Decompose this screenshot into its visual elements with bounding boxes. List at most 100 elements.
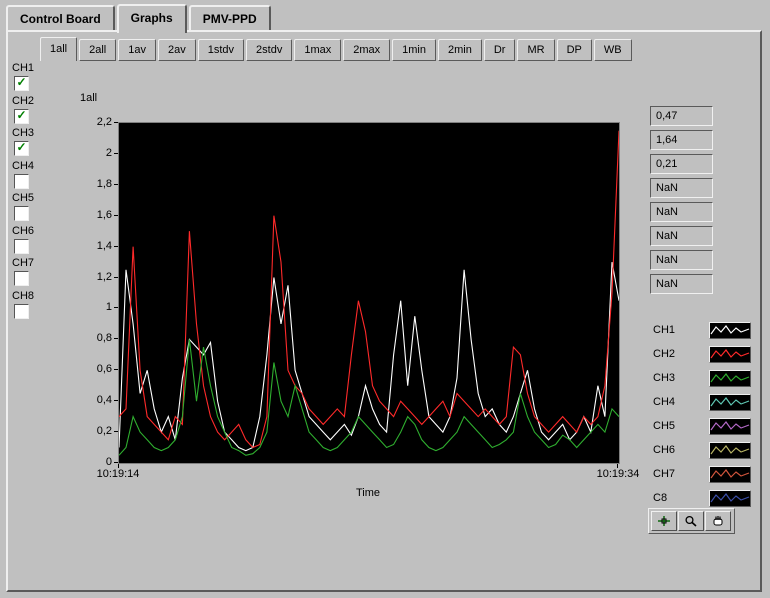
subtab-mr[interactable]: MR xyxy=(517,39,554,61)
tab-control-board[interactable]: Control Board xyxy=(6,5,115,30)
ch6-checkbox[interactable] xyxy=(14,239,29,254)
indicator-3: 0,21 xyxy=(650,154,713,174)
indicator-1: 0,47 xyxy=(650,106,713,126)
cursor-tool-button[interactable] xyxy=(651,511,677,531)
y-tick-label: 1 xyxy=(70,301,112,313)
subtab-2all[interactable]: 2all xyxy=(79,39,116,61)
channel-ch4: CH4 xyxy=(12,160,52,189)
subtab-1min[interactable]: 1min xyxy=(392,39,436,61)
x-axis-start-label: 10:19:14 xyxy=(97,468,140,480)
ch8-checkbox[interactable] xyxy=(14,304,29,319)
legend-label: CH7 xyxy=(653,468,709,480)
main-tab-bar: Control Board Graphs PMV-PPD xyxy=(6,4,273,30)
subtab-1av[interactable]: 1av xyxy=(118,39,156,61)
legend-swatch-ch4[interactable] xyxy=(709,394,751,411)
subtab-1all[interactable]: 1all xyxy=(40,37,77,61)
subtab-2stdv[interactable]: 2stdv xyxy=(246,39,292,61)
legend-label: CH3 xyxy=(653,372,709,384)
legend-label: CH4 xyxy=(653,396,709,408)
x-axis-title: Time xyxy=(356,487,380,499)
subtab-wb[interactable]: WB xyxy=(594,39,632,61)
channel-label: CH6 xyxy=(12,225,52,237)
legend-label: CH6 xyxy=(653,444,709,456)
ch1-checkbox[interactable]: ✓ xyxy=(14,76,29,91)
app-window: Control Board Graphs PMV-PPD 1all 2all 1… xyxy=(0,0,770,598)
channel-ch7: CH7 xyxy=(12,257,52,286)
legend-item-ch8: C8 xyxy=(653,490,751,506)
channel-ch2: CH2 ✓ xyxy=(12,95,52,124)
y-tick-label: 1,6 xyxy=(70,209,112,221)
legend-swatch-ch2[interactable] xyxy=(709,346,751,363)
channel-label: CH5 xyxy=(12,192,52,204)
ch3-checkbox[interactable]: ✓ xyxy=(14,141,29,156)
legend-label: CH2 xyxy=(653,348,709,360)
legend-label: CH1 xyxy=(653,324,709,336)
legend-swatch-ch7[interactable] xyxy=(709,466,751,483)
channel-label: CH4 xyxy=(12,160,52,172)
ch7-checkbox[interactable] xyxy=(14,271,29,286)
indicator-6: NaN xyxy=(650,226,713,246)
y-tick-label: 0 xyxy=(70,456,112,468)
y-tick-label: 1,8 xyxy=(70,178,112,190)
channel-ch6: CH6 xyxy=(12,225,52,254)
channel-ch5: CH5 xyxy=(12,192,52,221)
subtab-2max[interactable]: 2max xyxy=(343,39,390,61)
legend-swatch-ch3[interactable] xyxy=(709,370,751,387)
indicator-8: NaN xyxy=(650,274,713,294)
y-tick-label: 0,6 xyxy=(70,363,112,375)
zoom-tool-button[interactable] xyxy=(678,511,704,531)
channel-ch1: CH1 ✓ xyxy=(12,62,52,91)
plot-canvas xyxy=(119,123,619,463)
y-tick-label: 1,2 xyxy=(70,271,112,283)
hand-icon xyxy=(711,515,725,527)
y-tick-label: 0,2 xyxy=(70,425,112,437)
legend-swatch-ch8[interactable] xyxy=(709,490,751,507)
subtab-dr[interactable]: Dr xyxy=(484,39,516,61)
y-tick-label: 2,2 xyxy=(70,116,112,128)
magnifier-icon xyxy=(684,515,698,527)
legend-swatch-ch6[interactable] xyxy=(709,442,751,459)
pan-tool-button[interactable] xyxy=(705,511,731,531)
ch4-checkbox[interactable] xyxy=(14,174,29,189)
channel-label: CH3 xyxy=(12,127,52,139)
tab-graphs[interactable]: Graphs xyxy=(117,4,187,33)
legend-item-ch7: CH7 xyxy=(653,466,751,482)
legend-label: CH5 xyxy=(653,420,709,432)
indicator-5: NaN xyxy=(650,202,713,222)
channel-ch8: CH8 xyxy=(12,290,52,319)
channel-label: CH1 xyxy=(12,62,52,74)
subtab-dp[interactable]: DP xyxy=(557,39,592,61)
x-tick-mark xyxy=(617,464,618,468)
ch5-checkbox[interactable] xyxy=(14,206,29,221)
tab-pmv-ppd[interactable]: PMV-PPD xyxy=(189,5,271,30)
legend-swatch-ch5[interactable] xyxy=(709,418,751,435)
indicator-4: NaN xyxy=(650,178,713,198)
y-tick-label: 0,8 xyxy=(70,332,112,344)
crosshair-icon xyxy=(657,515,671,527)
legend-label: C8 xyxy=(653,492,709,504)
subtab-1max[interactable]: 1max xyxy=(294,39,341,61)
subtab-1stdv[interactable]: 1stdv xyxy=(198,39,244,61)
y-tick-label: 1,4 xyxy=(70,240,112,252)
y-tick-label: 0,4 xyxy=(70,394,112,406)
subtab-2av[interactable]: 2av xyxy=(158,39,196,61)
subtab-2min[interactable]: 2min xyxy=(438,39,482,61)
indicator-7: NaN xyxy=(650,250,713,270)
legend-item-ch2: CH2 xyxy=(653,346,751,362)
y-tick-label: 2 xyxy=(70,147,112,159)
waveform-plot-area[interactable] xyxy=(118,122,620,464)
ch2-checkbox[interactable]: ✓ xyxy=(14,109,29,124)
channel-label: CH8 xyxy=(12,290,52,302)
legend-item-ch4: CH4 xyxy=(653,394,751,410)
legend-swatch-ch1[interactable] xyxy=(709,322,751,339)
graph-sub-tab-bar: 1all 2all 1av 2av 1stdv 2stdv 1max 2max … xyxy=(40,39,634,61)
legend-item-ch3: CH3 xyxy=(653,370,751,386)
channel-label: CH2 xyxy=(12,95,52,107)
legend-item-ch1: CH1 xyxy=(653,322,751,338)
x-tick-mark xyxy=(118,464,119,468)
graph-title: 1all xyxy=(80,92,97,104)
channel-ch3: CH3 ✓ xyxy=(12,127,52,156)
indicator-2: 1,64 xyxy=(650,130,713,150)
channel-label: CH7 xyxy=(12,257,52,269)
legend-item-ch5: CH5 xyxy=(653,418,751,434)
